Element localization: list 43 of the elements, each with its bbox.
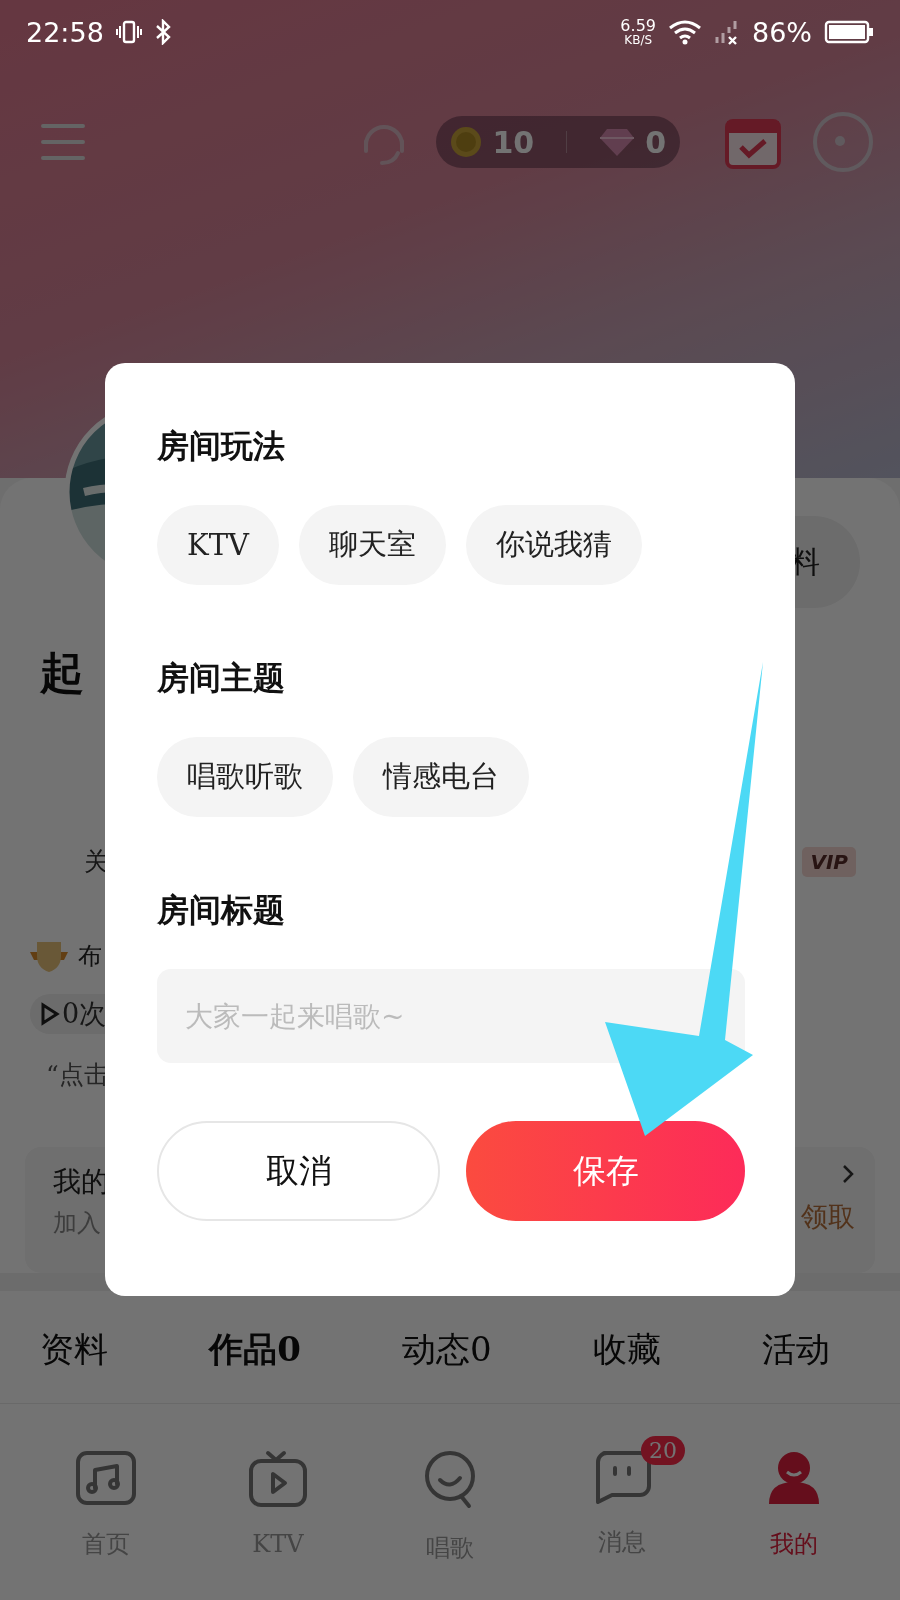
user-name: 起 [40, 646, 84, 700]
section-title: 房间标题 [157, 890, 286, 931]
coin-count: 10 [492, 124, 535, 160]
promo-action: 领取 [801, 1200, 855, 1234]
no-signal-icon [714, 19, 740, 45]
diamond-count: 0 [645, 124, 666, 160]
signature-text: “点击 [46, 1059, 110, 1091]
microphone-icon [423, 1450, 477, 1510]
profile-tab[interactable]: 收藏 [592, 1327, 661, 1373]
play-icon [40, 1002, 60, 1026]
medal-text: 布 [78, 941, 102, 972]
option-chip[interactable]: 聊天室 [298, 505, 446, 585]
profile-tab[interactable]: 资料 [40, 1327, 108, 1373]
coin-icon [450, 126, 483, 158]
battery-icon [824, 19, 874, 45]
play-count: 0次 [62, 997, 107, 1031]
tv-play-icon [248, 1450, 308, 1508]
profile-tab[interactable]: 作品0 [209, 1327, 301, 1373]
profile-tab[interactable]: 动态0 [402, 1327, 492, 1373]
clock: 22:58 [26, 16, 104, 48]
cancel-button[interactable]: 取消 [157, 1121, 440, 1221]
section-title: 房间主题 [157, 658, 286, 699]
title-input[interactable]: 大家一起来唱歌~ [157, 969, 745, 1063]
option-chip[interactable]: 你说我猜 [465, 505, 642, 585]
vibrate-icon [115, 19, 142, 45]
chevron-right-icon [841, 1163, 855, 1185]
option-chip[interactable]: KTV [157, 505, 279, 585]
wifi-icon [668, 19, 702, 45]
network-speed-unit: KB/S [624, 34, 653, 46]
unread-badge: 20 [641, 1436, 685, 1465]
nav-tab[interactable]: 我的 [729, 1436, 859, 1568]
vip-badge: VIP [802, 846, 856, 877]
option-chip[interactable]: 唱歌听歌 [157, 737, 333, 817]
music-note-icon [75, 1450, 137, 1506]
profile-tab[interactable]: 活动 [762, 1327, 830, 1373]
camera-lens-icon[interactable] [812, 111, 874, 173]
menu-icon[interactable] [40, 122, 86, 162]
diamond-icon [599, 127, 636, 157]
section-title: 房间玩法 [157, 426, 286, 467]
option-chip[interactable]: 情感电台 [353, 737, 529, 817]
battery-percent: 86% [752, 16, 812, 48]
network-speed: 6.59 [620, 18, 656, 34]
save-button[interactable]: 保存 [466, 1121, 745, 1221]
